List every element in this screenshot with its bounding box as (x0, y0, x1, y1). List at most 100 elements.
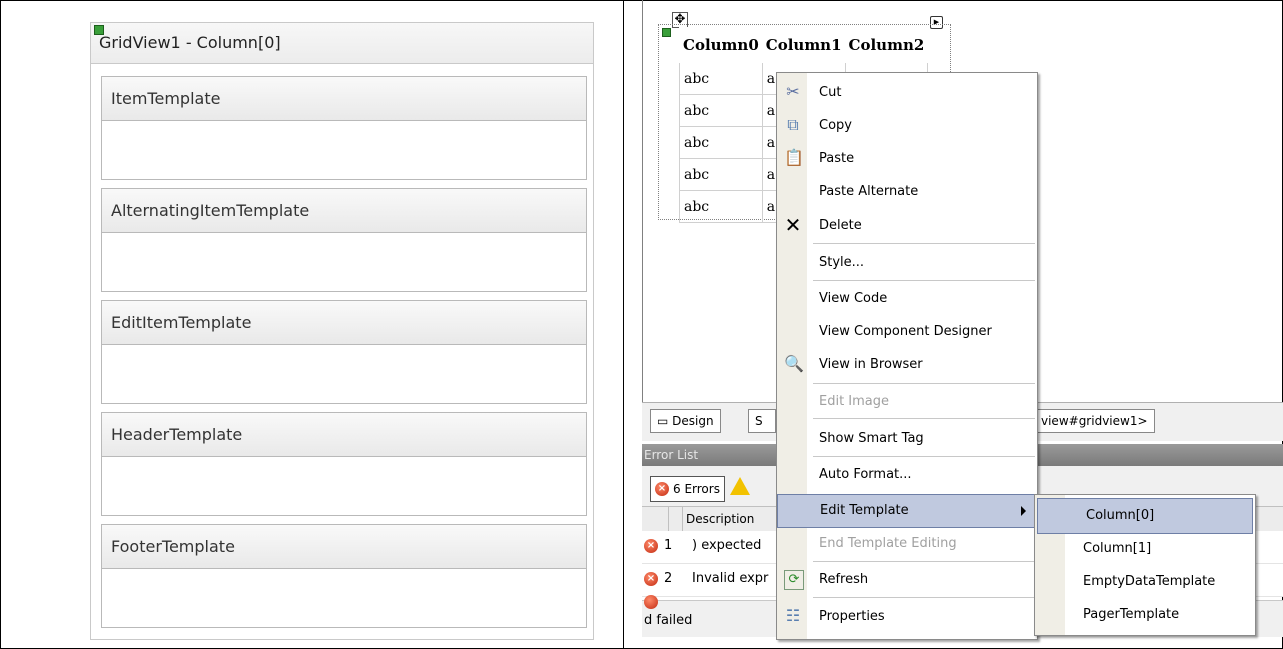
column-header[interactable]: Column0 (679, 27, 763, 63)
error-icon (644, 595, 658, 609)
design-surface-edge (642, 0, 643, 402)
menu-separator (813, 280, 1035, 281)
template-header: ItemTemplate (102, 77, 586, 121)
tab-source[interactable]: S (748, 409, 776, 433)
menu-item-label: Paste Alternate (819, 184, 919, 199)
submenu-item-pager-template[interactable]: PagerTemplate (1035, 598, 1255, 632)
menu-item-view-component-designer[interactable]: View Component Designer (777, 316, 1037, 348)
context-menu: ✂ Cut ⧉ Copy 📋 Paste Paste Alternate ✕ D… (776, 72, 1038, 640)
error-icon: × (644, 539, 658, 553)
menu-item-properties[interactable]: ☷ Properties (777, 601, 1037, 633)
submenu-item-label: PagerTemplate (1083, 607, 1180, 622)
table-cell[interactable]: abc (679, 94, 763, 127)
table-cell[interactable]: abc (679, 190, 763, 223)
menu-separator (813, 383, 1035, 384)
error-number: 1 (664, 538, 673, 553)
menu-item-label: Properties (819, 609, 885, 624)
menu-item-cut[interactable]: ✂ Cut (777, 77, 1037, 109)
edit-item-template-section: EditItemTemplate (101, 300, 587, 404)
copy-icon: ⧉ (787, 115, 799, 134)
design-icon: ▭ (657, 414, 669, 428)
submenu-item-column-1[interactable]: Column[1] (1035, 532, 1255, 566)
column-header[interactable]: Column1 (761, 27, 846, 63)
template-header: EditItemTemplate (102, 301, 586, 345)
item-template-section: ItemTemplate (101, 76, 587, 180)
errors-filter-button[interactable]: × 6 Errors (650, 476, 725, 502)
menu-item-view-code[interactable]: View Code (777, 283, 1037, 315)
header-template-section: HeaderTemplate (101, 412, 587, 516)
menu-item-end-template-editing: End Template Editing (777, 528, 1037, 560)
warning-icon[interactable] (730, 477, 750, 495)
error-number: 2 (664, 571, 673, 586)
menu-separator (813, 597, 1035, 598)
panel-divider (623, 0, 624, 649)
menu-item-label: Edit Image (819, 394, 890, 409)
error-icon: × (655, 482, 669, 496)
menu-item-delete[interactable]: ✕ Delete (777, 210, 1037, 242)
menu-item-label: View in Browser (819, 357, 923, 372)
menu-item-label: Delete (819, 218, 862, 233)
error-description: Invalid expr (692, 571, 769, 586)
description-column-header[interactable]: Description (686, 512, 754, 526)
properties-icon: ☷ (785, 606, 801, 625)
delete-icon: ✕ (784, 213, 802, 237)
submenu-arrow-icon (1021, 506, 1026, 516)
menu-item-paste[interactable]: 📋 Paste (777, 143, 1037, 175)
error-icon: × (644, 572, 658, 586)
menu-item-edit-template[interactable]: Edit Template (777, 494, 1037, 528)
browser-icon: 🔍 (784, 354, 804, 373)
menu-item-label: Auto Format... (819, 467, 912, 482)
menu-item-label: Paste (819, 151, 855, 166)
menu-item-style[interactable]: Style... (777, 247, 1037, 279)
menu-item-label: Copy (819, 118, 852, 133)
template-label: EditItemTemplate (111, 313, 252, 332)
table-cell[interactable]: abc (679, 126, 763, 159)
alternating-item-template-section: AlternatingItemTemplate (101, 188, 587, 292)
menu-separator (813, 418, 1035, 419)
error-list-title: Error List (644, 448, 699, 462)
menu-item-show-smart-tag[interactable]: Show Smart Tag (777, 423, 1037, 455)
submenu-item-column-0[interactable]: Column[0] (1037, 498, 1253, 534)
template-editor-title-bar: GridView1 - Column[0] (91, 23, 593, 64)
template-editor-panel: GridView1 - Column[0] ItemTemplate Alter… (90, 22, 594, 640)
breadcrumb-label: view#gridview1> (1041, 414, 1148, 428)
tab-source-label: S (755, 414, 763, 428)
tab-design[interactable]: ▭ Design (650, 409, 721, 433)
menu-item-label: View Code (819, 291, 888, 306)
menu-item-label: End Template Editing (819, 536, 957, 551)
submenu-item-label: Column[0] (1086, 508, 1155, 523)
menu-item-label: Style... (819, 255, 865, 270)
template-header: AlternatingItemTemplate (102, 189, 586, 233)
menu-separator (813, 243, 1035, 244)
submenu-item-empty-data-template[interactable]: EmptyDataTemplate (1035, 565, 1255, 599)
table-cell[interactable]: abc (679, 158, 763, 191)
menu-item-edit-image: Edit Image (777, 386, 1037, 418)
template-header: HeaderTemplate (102, 413, 586, 457)
template-label: ItemTemplate (111, 89, 221, 108)
menu-item-copy[interactable]: ⧉ Copy (777, 110, 1037, 142)
build-status-text: d failed (644, 613, 693, 628)
menu-item-refresh[interactable]: ⟳ Refresh (777, 564, 1037, 596)
menu-separator (813, 561, 1035, 562)
menu-item-label: Edit Template (820, 503, 909, 518)
template-label: AlternatingItemTemplate (111, 201, 310, 220)
menu-item-view-in-browser[interactable]: 🔍 View in Browser (777, 349, 1037, 381)
template-editor-title: GridView1 - Column[0] (99, 33, 281, 52)
menu-item-auto-format[interactable]: Auto Format... (777, 459, 1037, 491)
menu-item-label: Cut (819, 85, 842, 100)
breadcrumb-tag[interactable]: view#gridview1> (1034, 409, 1155, 433)
tab-design-label: Design (672, 414, 714, 428)
column-header[interactable]: Column2 (844, 27, 929, 63)
template-label: HeaderTemplate (111, 425, 243, 444)
template-label: FooterTemplate (111, 537, 235, 556)
menu-item-paste-alternate[interactable]: Paste Alternate (777, 176, 1037, 208)
paste-icon: 📋 (784, 148, 804, 167)
menu-item-label: Show Smart Tag (819, 431, 924, 446)
menu-separator (813, 456, 1035, 457)
menu-item-label: View Component Designer (819, 324, 992, 339)
table-cell[interactable]: abc (679, 62, 763, 95)
scissors-icon: ✂ (786, 82, 800, 101)
template-header: FooterTemplate (102, 525, 586, 569)
submenu-item-label: EmptyDataTemplate (1083, 574, 1216, 589)
menu-item-label: Refresh (819, 572, 869, 587)
